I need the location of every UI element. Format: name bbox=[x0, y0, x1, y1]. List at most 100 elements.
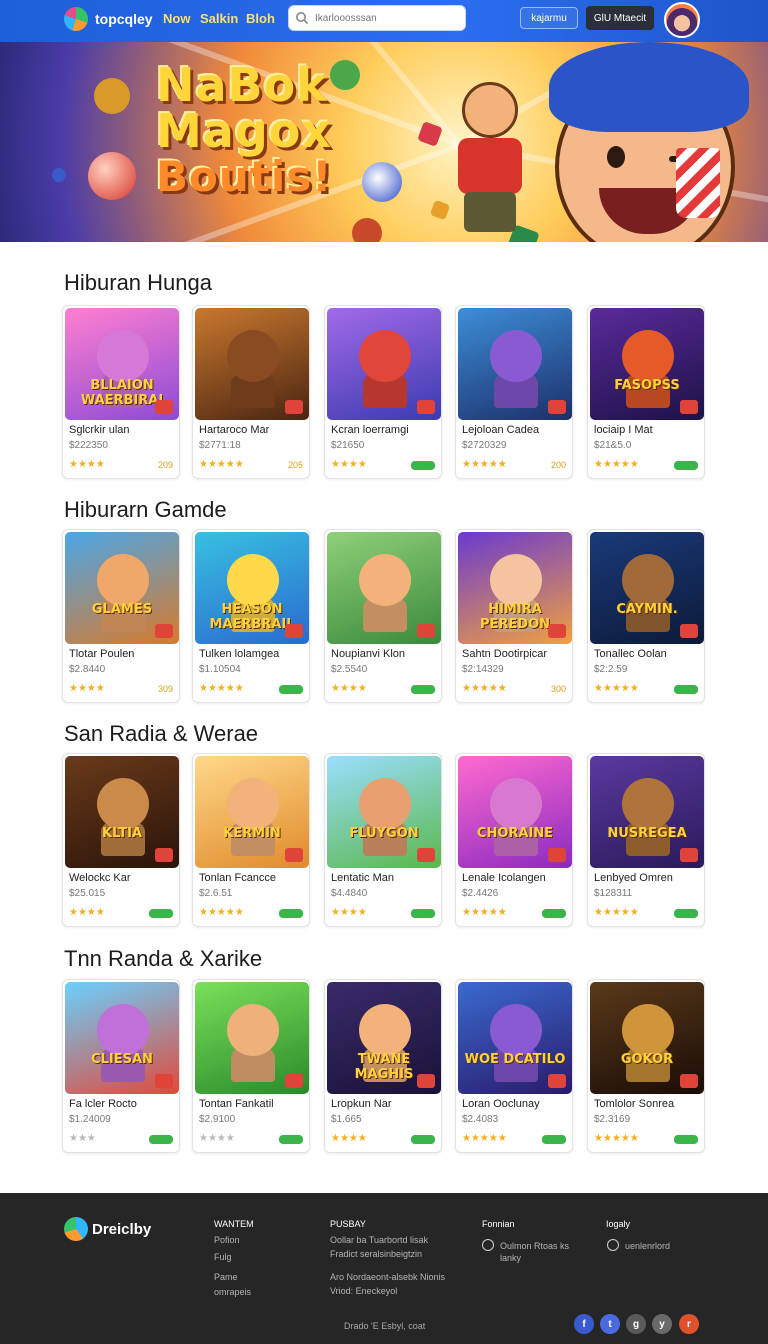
footer-link[interactable]: Fulg bbox=[214, 1251, 232, 1263]
game-title[interactable]: Lentatic Man bbox=[331, 872, 394, 884]
user-avatar[interactable] bbox=[664, 2, 700, 38]
search-input[interactable] bbox=[315, 12, 455, 24]
play-badge[interactable] bbox=[279, 1135, 303, 1144]
game-card[interactable]: BLLAION WAERBIRAI Sglcrkir ulan $222350 ★★★… bbox=[62, 305, 180, 479]
social-icon[interactable]: g bbox=[626, 1314, 646, 1334]
play-badge[interactable] bbox=[674, 461, 698, 470]
game-title[interactable]: Hartaroco Mar bbox=[199, 424, 269, 436]
game-thumbnail[interactable]: WOE DCATILO bbox=[458, 982, 572, 1094]
game-title[interactable]: lociaip I Mat bbox=[594, 424, 653, 436]
game-title[interactable]: Loran Ooclunay bbox=[462, 1098, 540, 1110]
game-card[interactable]: Kcran loerramgi $21650 ★★★★ bbox=[324, 305, 442, 479]
game-title[interactable]: Lejoloan Cadea bbox=[462, 424, 539, 436]
game-thumbnail[interactable]: NUSREGEA bbox=[590, 756, 704, 868]
game-card[interactable]: HIMIRA PEREDON Sahtn Dootirpicar $2:14329 ★… bbox=[455, 529, 573, 703]
play-badge[interactable] bbox=[149, 1135, 173, 1144]
game-card[interactable]: GLAMES Tlotar Poulen $2.8440 ★★★★ 309 bbox=[62, 529, 180, 703]
footer-link[interactable]: Pame bbox=[214, 1271, 238, 1283]
game-title[interactable]: Fa lcler Rocto bbox=[69, 1098, 137, 1110]
game-title[interactable]: Sahtn Dootirpicar bbox=[462, 648, 547, 660]
game-title[interactable]: Tulken lolamgea bbox=[199, 648, 279, 660]
play-badge[interactable] bbox=[411, 461, 435, 470]
game-card[interactable]: Hartaroco Mar $2771:18 ★★★★★ 205 bbox=[192, 305, 310, 479]
play-badge[interactable] bbox=[674, 909, 698, 918]
game-card[interactable]: Tontan Fankatil $2.9100 ★★★★ bbox=[192, 979, 310, 1153]
game-thumbnail[interactable]: KERMIN bbox=[195, 756, 309, 868]
game-card[interactable]: FLUYGON Lentatic Man $4.4840 ★★★★ bbox=[324, 753, 442, 927]
game-title[interactable]: Tonlan Fcancce bbox=[199, 872, 276, 884]
footer-logo-icon[interactable] bbox=[64, 1217, 88, 1241]
game-title[interactable]: Noupianvi Klon bbox=[331, 648, 405, 660]
search-box[interactable] bbox=[288, 5, 466, 31]
play-badge[interactable] bbox=[279, 685, 303, 694]
game-thumbnail[interactable]: KLTIA bbox=[65, 756, 179, 868]
game-thumbnail[interactable]: FLUYGON bbox=[327, 756, 441, 868]
footer-link[interactable]: Aro Nordaeont-alsebk Nionis bbox=[330, 1271, 445, 1283]
game-title[interactable]: Tomlolor Sonrea bbox=[594, 1098, 674, 1110]
game-thumbnail[interactable] bbox=[458, 308, 572, 420]
game-thumbnail[interactable] bbox=[327, 308, 441, 420]
play-badge[interactable] bbox=[674, 1135, 698, 1144]
game-thumbnail[interactable]: CLIESAN bbox=[65, 982, 179, 1094]
play-badge[interactable] bbox=[279, 909, 303, 918]
footer-link[interactable]: Pofion bbox=[214, 1234, 240, 1246]
social-icon[interactable]: f bbox=[574, 1314, 594, 1334]
play-badge[interactable] bbox=[411, 685, 435, 694]
hero-banner[interactable]: NaBok Magox Boutis! bbox=[0, 42, 768, 242]
game-title[interactable]: Sglcrkir ulan bbox=[69, 424, 130, 436]
game-thumbnail[interactable]: HIMIRA PEREDON bbox=[458, 532, 572, 644]
game-thumbnail[interactable]: CHORAINE bbox=[458, 756, 572, 868]
game-thumbnail[interactable]: TWANE MAGHIS bbox=[327, 982, 441, 1094]
game-card[interactable]: WOE DCATILO Loran Ooclunay $2.4083 ★★★★★ bbox=[455, 979, 573, 1153]
game-card[interactable]: KLTIA Welockc Kar $25.015 ★★★★ bbox=[62, 753, 180, 927]
footer-link[interactable]: Vriod: Eneckeyol bbox=[330, 1285, 397, 1297]
game-title[interactable]: Tontan Fankatil bbox=[199, 1098, 274, 1110]
social-icon[interactable]: t bbox=[600, 1314, 620, 1334]
game-card[interactable]: GOKOR Tomlolor Sonrea $2.3169 ★★★★★ bbox=[587, 979, 705, 1153]
game-card[interactable]: KERMIN Tonlan Fcancce $2.6.51 ★★★★★ bbox=[192, 753, 310, 927]
game-card[interactable]: CAYMIN. Tonallec Oolan $2:2.59 ★★★★★ bbox=[587, 529, 705, 703]
brand-logo-icon[interactable] bbox=[64, 7, 88, 31]
footer-link[interactable]: omrapeis bbox=[214, 1286, 251, 1298]
game-thumbnail[interactable]: HEASON MAERBRAIL bbox=[195, 532, 309, 644]
nav-link-salkin[interactable]: Salkin bbox=[200, 11, 238, 26]
footer-link[interactable]: Oollar ba Tuarbortd lisak bbox=[330, 1234, 428, 1246]
game-title[interactable]: Lenale Icolangen bbox=[462, 872, 546, 884]
game-card[interactable]: CLIESAN Fa lcler Rocto $1.24009 ★★★ bbox=[62, 979, 180, 1153]
game-card[interactable]: FASOPSS lociaip I Mat $21&5.0 ★★★★★ bbox=[587, 305, 705, 479]
footer-link[interactable]: Oulmon Rtoas ks lanky bbox=[500, 1240, 570, 1264]
footer-brand[interactable]: Dreiclby bbox=[92, 1221, 151, 1238]
play-badge[interactable] bbox=[542, 909, 566, 918]
game-title[interactable]: Welockc Kar bbox=[69, 872, 131, 884]
social-icon[interactable]: y bbox=[652, 1314, 672, 1334]
nav-link-now[interactable]: Now bbox=[163, 11, 190, 26]
game-title[interactable]: Kcran loerramgi bbox=[331, 424, 409, 436]
play-badge[interactable] bbox=[542, 1135, 566, 1144]
footer-link[interactable]: Fradict seralsinbeigtzin bbox=[330, 1248, 422, 1260]
game-thumbnail[interactable]: BLLAION WAERBIRAI bbox=[65, 308, 179, 420]
signup-button[interactable]: GlU Mtaecit bbox=[586, 6, 654, 30]
game-card[interactable]: Noupianvi Klon $2.5540 ★★★★ bbox=[324, 529, 442, 703]
footer-link[interactable]: uenlenrlord bbox=[625, 1240, 670, 1252]
game-title[interactable]: Lropkun Nar bbox=[331, 1098, 392, 1110]
game-card[interactable]: CHORAINE Lenale Icolangen $2.4426 ★★★★★ bbox=[455, 753, 573, 927]
login-button[interactable]: kajarmu bbox=[520, 7, 578, 29]
play-badge[interactable] bbox=[411, 1135, 435, 1144]
game-thumbnail[interactable] bbox=[195, 308, 309, 420]
game-thumbnail[interactable]: CAYMIN. bbox=[590, 532, 704, 644]
social-icon[interactable]: r bbox=[679, 1314, 699, 1334]
game-card[interactable]: Lejoloan Cadea $2720329 ★★★★★ 200 bbox=[455, 305, 573, 479]
game-card[interactable]: HEASON MAERBRAIL Tulken lolamgea $1.10504 ★… bbox=[192, 529, 310, 703]
play-badge[interactable] bbox=[411, 909, 435, 918]
game-title[interactable]: Tlotar Poulen bbox=[69, 648, 134, 660]
brand-name[interactable]: topcqley bbox=[95, 11, 153, 27]
game-thumbnail[interactable]: GLAMES bbox=[65, 532, 179, 644]
game-card[interactable]: TWANE MAGHIS Lropkun Nar $1.665 ★★★★ bbox=[324, 979, 442, 1153]
game-thumbnail[interactable]: GOKOR bbox=[590, 982, 704, 1094]
play-badge[interactable] bbox=[674, 685, 698, 694]
nav-link-bloh[interactable]: Bloh bbox=[246, 11, 275, 26]
game-card[interactable]: NUSREGEA Lenbyed Omren $128311 ★★★★★ bbox=[587, 753, 705, 927]
game-thumbnail[interactable] bbox=[195, 982, 309, 1094]
game-title[interactable]: Tonallec Oolan bbox=[594, 648, 667, 660]
game-thumbnail[interactable] bbox=[327, 532, 441, 644]
